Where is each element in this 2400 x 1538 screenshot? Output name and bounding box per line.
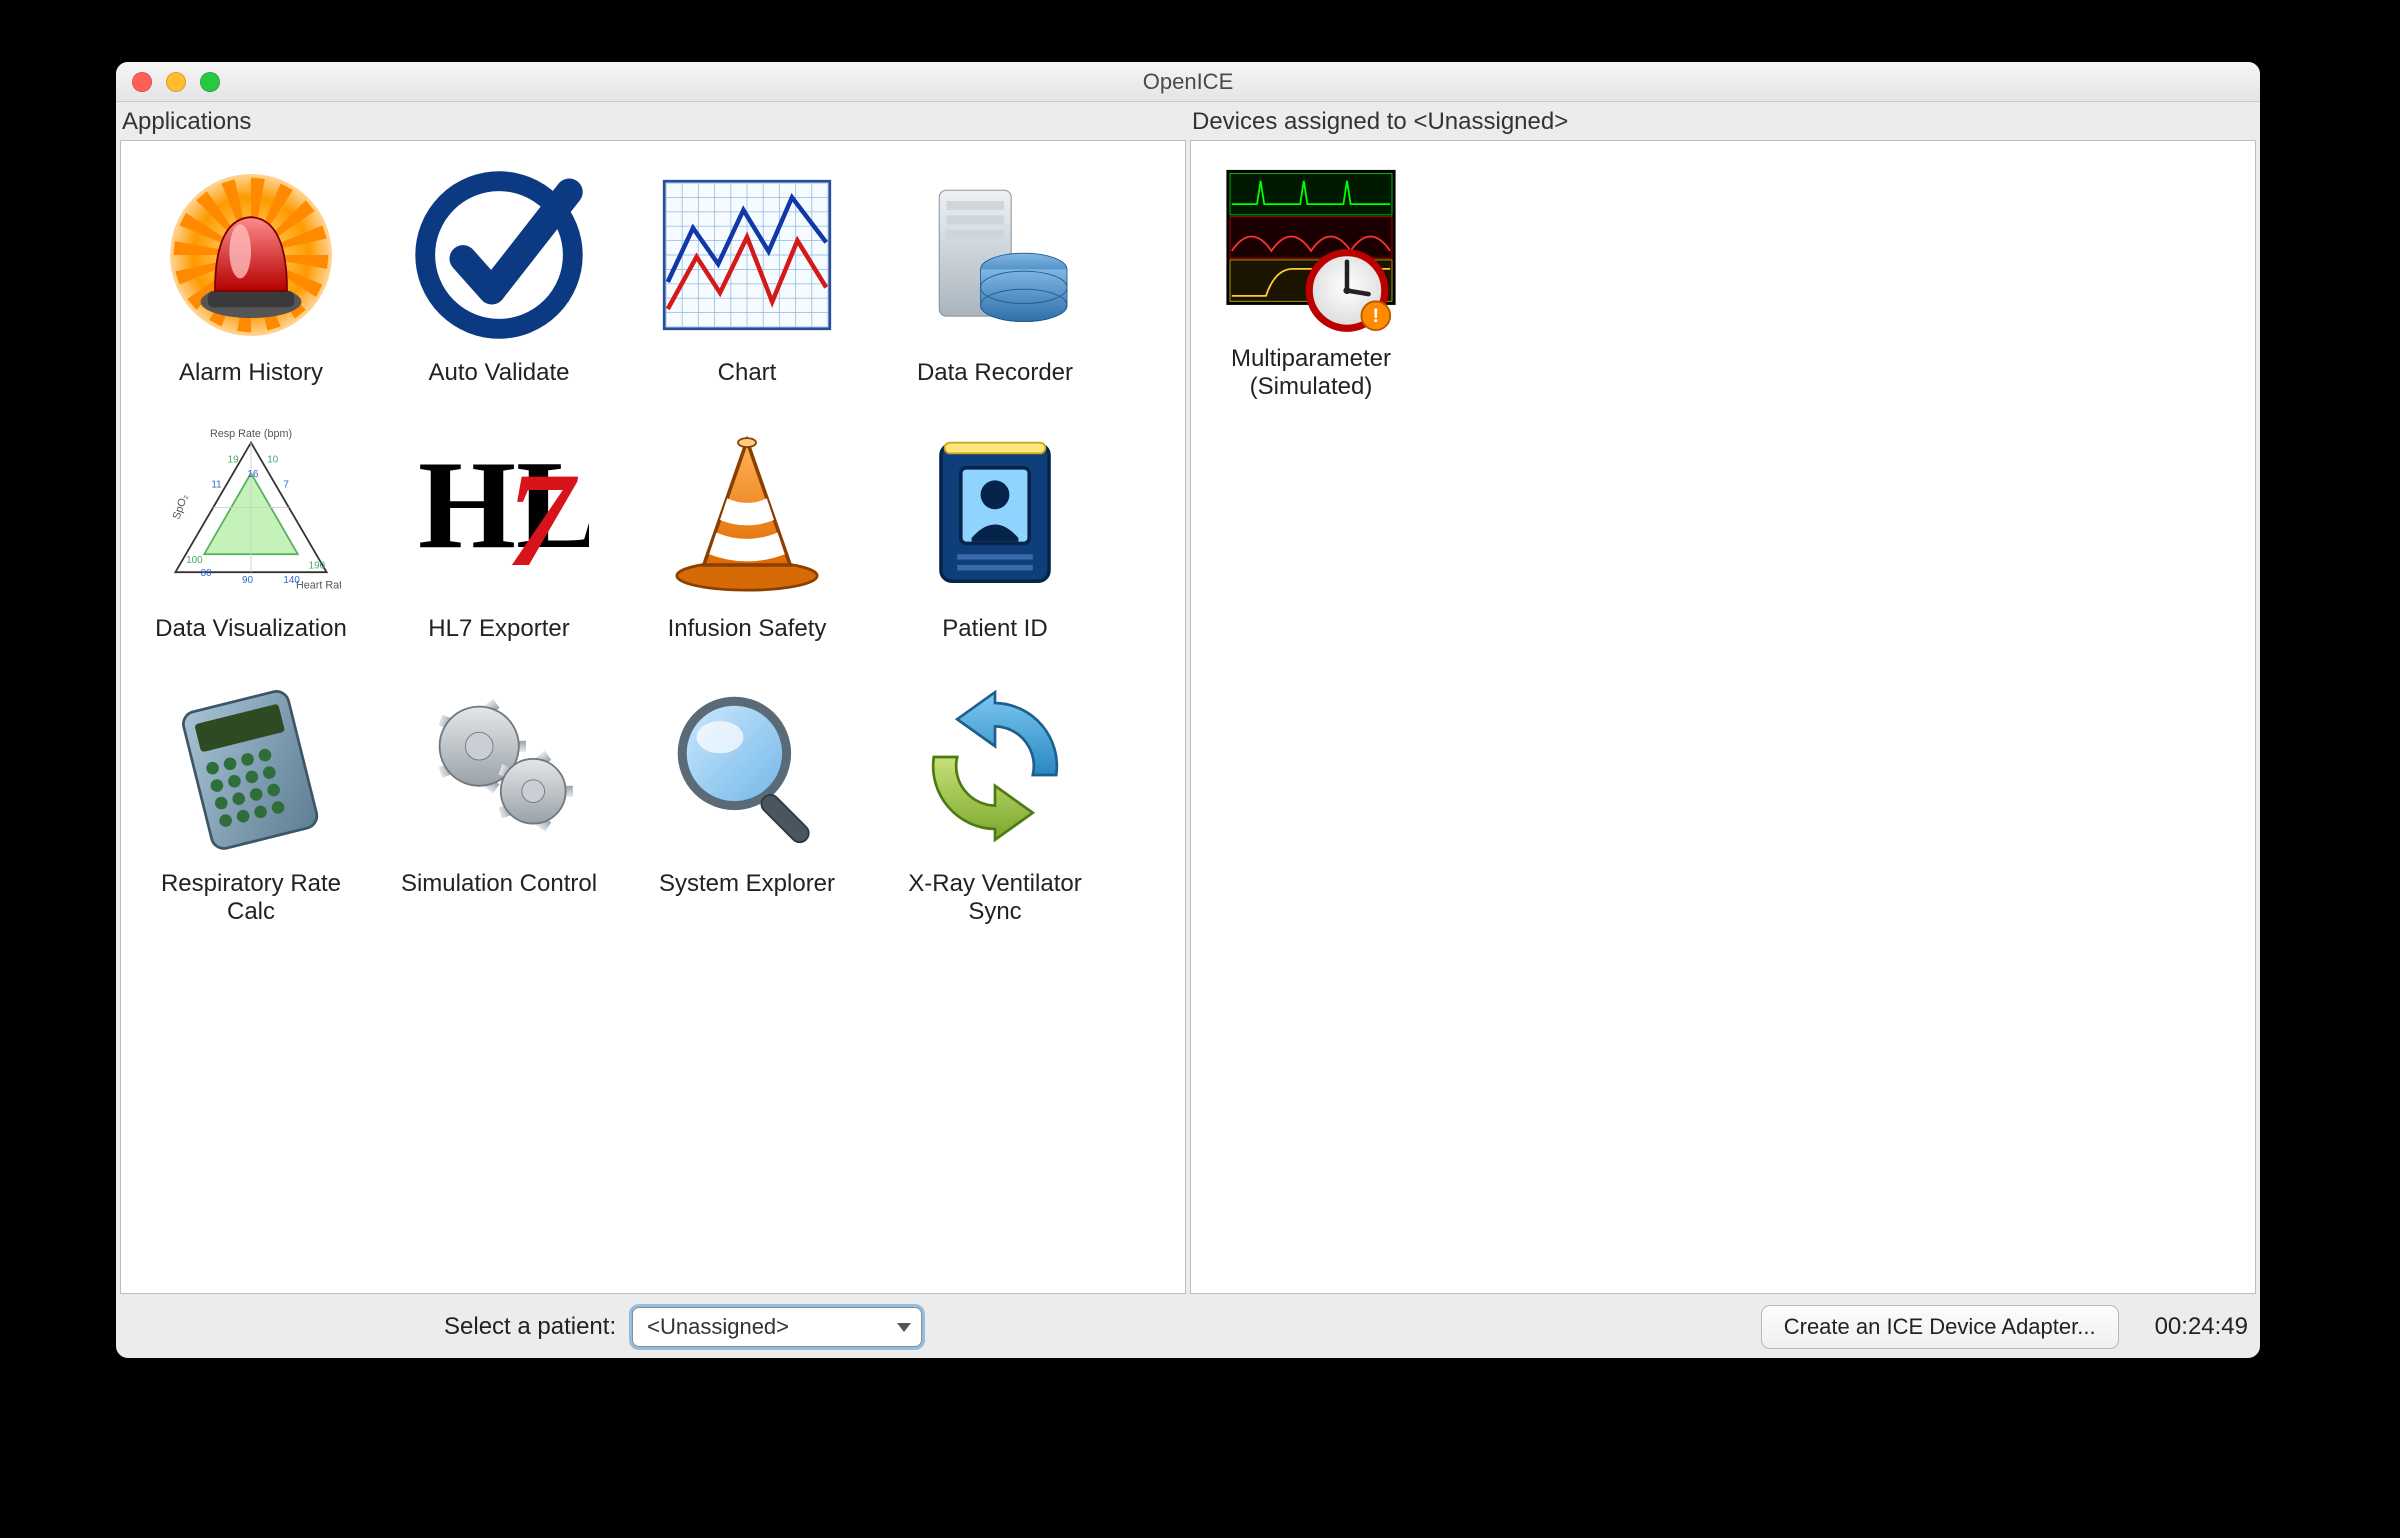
app-label: Data Recorder <box>917 359 1073 387</box>
svg-text:140: 140 <box>283 575 300 586</box>
calculator-icon <box>151 666 351 866</box>
app-chart[interactable]: Chart <box>627 151 867 391</box>
svg-text:!: ! <box>1373 305 1380 327</box>
devices-heading: Devices assigned to <Unassigned> <box>1188 104 2258 138</box>
close-window-button[interactable] <box>132 72 152 92</box>
devices-grid-container: ! Multiparameter (Simulated) <box>1190 140 2256 1294</box>
svg-text:11: 11 <box>211 479 222 490</box>
app-data-recorder[interactable]: Data Recorder <box>875 151 1115 391</box>
svg-text:7: 7 <box>283 479 289 490</box>
svg-text:SpO₂: SpO₂ <box>171 492 191 520</box>
gears-icon <box>399 666 599 866</box>
create-device-adapter-button[interactable]: Create an ICE Device Adapter... <box>1761 1305 2119 1349</box>
database-icon <box>895 155 1095 355</box>
app-data-viz[interactable]: Resp Rate (bpm) SpO₂ Heart Rate (bpm) 19… <box>131 407 371 647</box>
content-area: Applications Alarm History Auto Validate… <box>116 102 2260 1358</box>
cone-icon <box>647 411 847 611</box>
minimize-window-button[interactable] <box>166 72 186 92</box>
select-patient-label: Select a patient: <box>444 1313 616 1341</box>
monitor-clock-icon: ! <box>1211 155 1411 345</box>
app-sim-control[interactable]: Simulation Control <box>379 662 619 929</box>
svg-text:19: 19 <box>228 454 239 465</box>
idcard-icon <box>895 411 1095 611</box>
svg-text:80: 80 <box>201 567 212 578</box>
select-patient-value: <Unassigned> <box>647 1314 789 1340</box>
app-alarm-history[interactable]: Alarm History <box>131 151 371 391</box>
app-label: HL7 Exporter <box>428 615 569 643</box>
titlebar: OpenICE <box>116 62 2260 102</box>
app-auto-validate[interactable]: Auto Validate <box>379 151 619 391</box>
hl7-icon: HL 7 <box>399 411 599 611</box>
app-label: Simulation Control <box>401 870 597 898</box>
app-label: System Explorer <box>659 870 835 898</box>
svg-text:Heart Rate (bpm): Heart Rate (bpm) <box>296 579 341 591</box>
svg-text:190: 190 <box>309 560 326 571</box>
triangle-icon: Resp Rate (bpm) SpO₂ Heart Rate (bpm) 19… <box>151 411 351 611</box>
app-label: Data Visualization <box>155 615 347 643</box>
app-window: OpenICE Applications Alarm History Auto … <box>116 62 2260 1358</box>
devices-panel: Devices assigned to <Unassigned> ! Multi… <box>1188 104 2258 1296</box>
svg-text:Resp Rate (bpm): Resp Rate (bpm) <box>210 428 292 440</box>
check-icon <box>399 155 599 355</box>
sync-icon <box>895 666 1095 866</box>
window-title: OpenICE <box>116 69 2260 95</box>
footer-bar: Select a patient: <Unassigned> Create an… <box>118 1296 2258 1358</box>
panels-row: Applications Alarm History Auto Validate… <box>118 104 2258 1296</box>
maximize-window-button[interactable] <box>200 72 220 92</box>
applications-grid: Alarm History Auto Validate Chart Data R… <box>131 151 1175 929</box>
alarm-icon <box>151 155 351 355</box>
app-label: X-Ray Ventilator Sync <box>885 870 1105 925</box>
chart-icon <box>647 155 847 355</box>
app-label: Chart <box>718 359 777 387</box>
app-label: Alarm History <box>179 359 323 387</box>
svg-text:16: 16 <box>247 468 258 479</box>
devices-grid: ! Multiparameter (Simulated) <box>1201 151 2245 404</box>
select-patient-dropdown[interactable]: <Unassigned> <box>632 1307 922 1347</box>
app-resp-rate-calc[interactable]: Respiratory Rate Calc <box>131 662 371 929</box>
applications-panel: Applications Alarm History Auto Validate… <box>118 104 1188 1296</box>
app-infusion-safety[interactable]: Infusion Safety <box>627 407 867 647</box>
app-system-explorer[interactable]: System Explorer <box>627 662 867 929</box>
applications-heading: Applications <box>118 104 1188 138</box>
window-controls <box>132 72 220 92</box>
applications-grid-container: Alarm History Auto Validate Chart Data R… <box>120 140 1186 1294</box>
magnifier-icon <box>647 666 847 866</box>
chevron-down-icon <box>897 1323 911 1332</box>
device-label: Multiparameter (Simulated) <box>1205 345 1417 400</box>
device-multiparam-sim[interactable]: ! Multiparameter (Simulated) <box>1201 151 1421 404</box>
svg-text:10: 10 <box>267 454 278 465</box>
app-hl7-exporter[interactable]: HL 7 HL7 Exporter <box>379 407 619 647</box>
svg-text:90: 90 <box>242 575 253 586</box>
app-patient-id[interactable]: Patient ID <box>875 407 1115 647</box>
app-label: Patient ID <box>942 615 1047 643</box>
app-xray-vent-sync[interactable]: X-Ray Ventilator Sync <box>875 662 1115 929</box>
app-label: Auto Validate <box>429 359 570 387</box>
app-label: Infusion Safety <box>668 615 827 643</box>
svg-text:100: 100 <box>186 555 203 566</box>
app-label: Respiratory Rate Calc <box>141 870 361 925</box>
svg-text:7: 7 <box>506 446 578 595</box>
clock-display: 00:24:49 <box>2155 1313 2248 1341</box>
